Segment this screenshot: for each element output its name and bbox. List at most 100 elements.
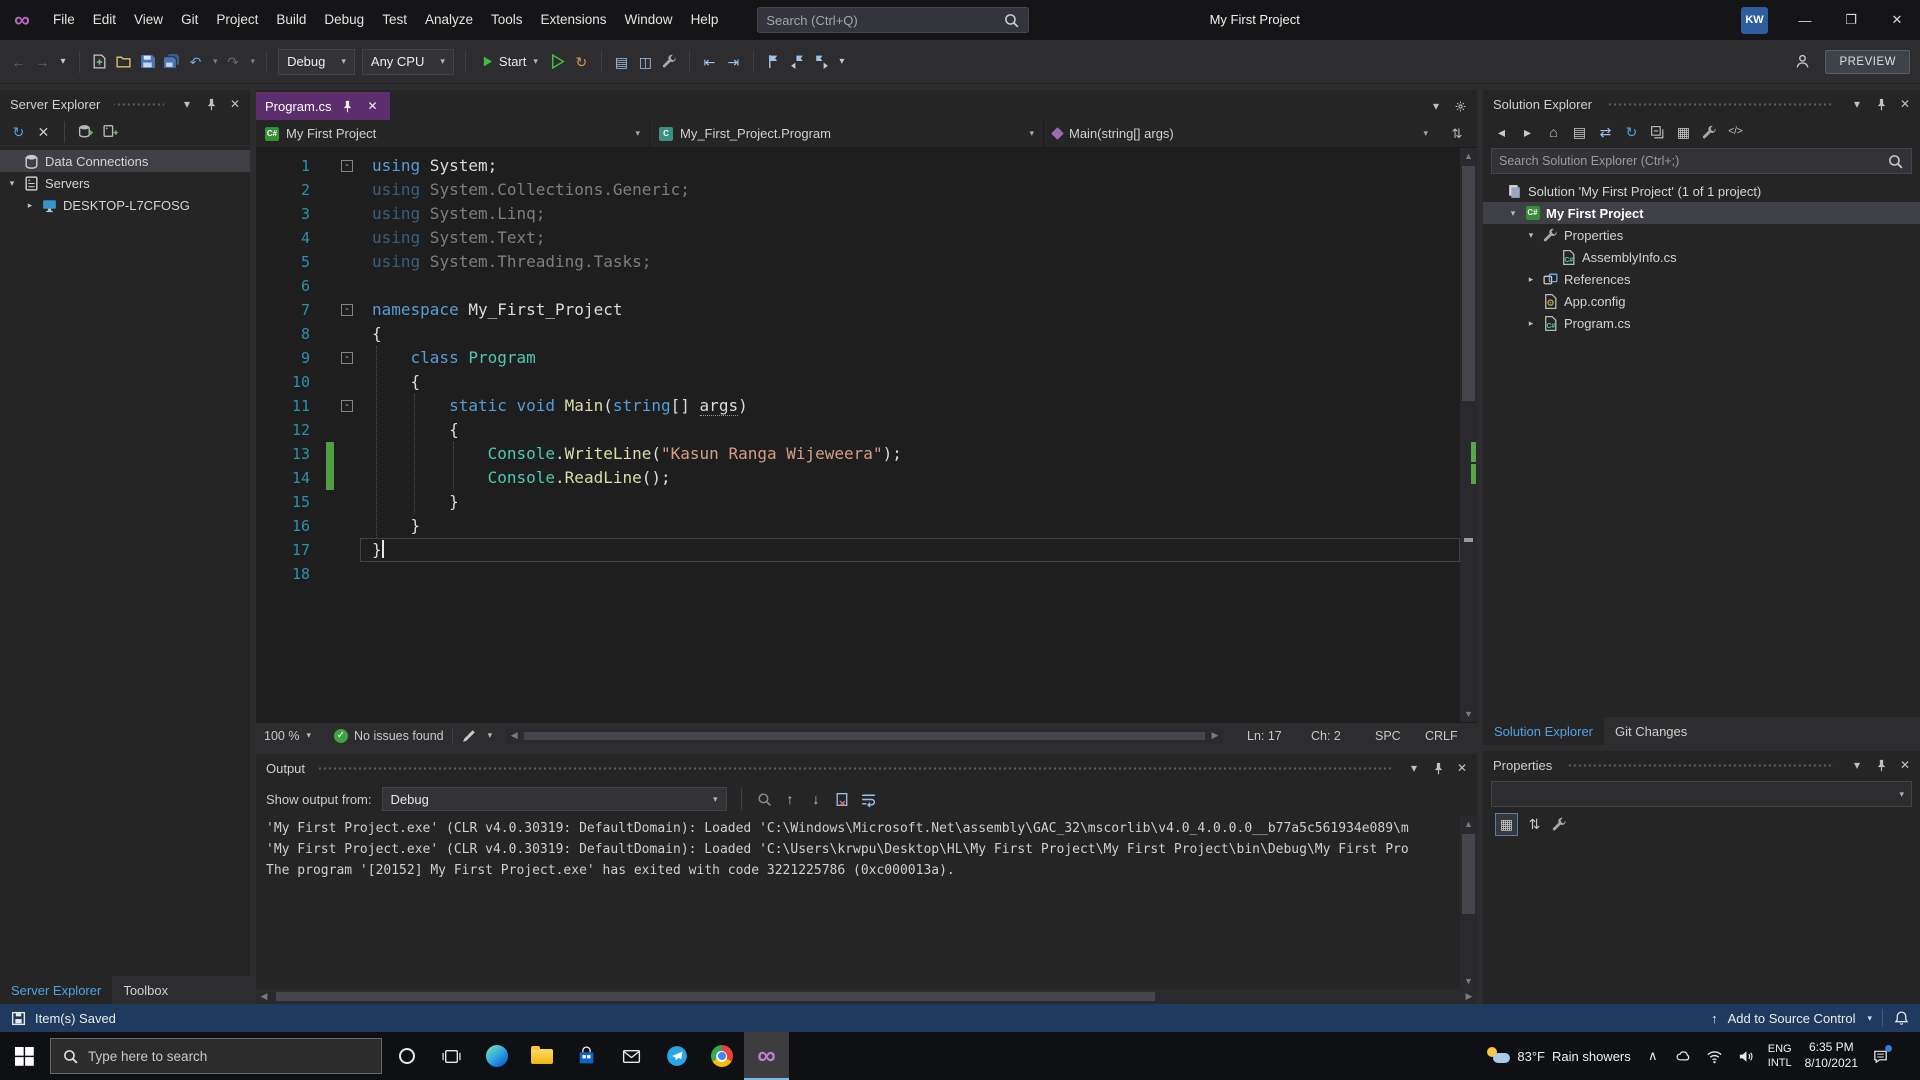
tab-git-changes[interactable]: Git Changes — [1604, 717, 1698, 745]
scroll-right-icon[interactable]: ▶ — [1461, 991, 1477, 1002]
visual-studio-taskbar-button[interactable]: ∞ — [744, 1032, 789, 1080]
breadcrumb-project[interactable]: C# My First Project ▾ — [256, 120, 650, 147]
previous-message-icon[interactable]: ↑ — [782, 791, 799, 808]
code-cleanup-icon[interactable] — [461, 727, 478, 744]
clock[interactable]: 6:35 PM 8/10/2021 — [1805, 1040, 1858, 1071]
code-line[interactable]: 5using System.Threading.Tasks; — [256, 250, 1460, 274]
bookmark-icon[interactable] — [765, 53, 782, 70]
tree-item-solution-my-first-project-1-of-1-project[interactable]: Solution 'My First Project' (1 of 1 proj… — [1483, 180, 1920, 202]
platform-dropdown[interactable]: Any CPU▾ — [362, 49, 454, 75]
menu-item-analyze[interactable]: Analyze — [416, 0, 482, 40]
editor-vertical-scrollbar[interactable]: ▲ ▼ — [1460, 148, 1477, 722]
forward-icon[interactable]: → — [34, 53, 51, 70]
se-back-icon[interactable]: ◂ — [1493, 124, 1510, 141]
tree-item-assemblyinfo-cs[interactable]: C#AssemblyInfo.cs — [1483, 246, 1920, 268]
fold-collapse-icon[interactable]: - — [341, 160, 353, 172]
zoom-control[interactable]: 100 % ▾ — [264, 729, 326, 743]
chevron-down-icon[interactable]: ▾ — [1848, 95, 1866, 113]
panel-grip[interactable] — [319, 766, 1391, 771]
chevron-down-icon[interactable]: ▾ — [1848, 756, 1866, 774]
line-indicator[interactable]: Ln: 17 — [1237, 729, 1301, 743]
save-all-icon[interactable] — [163, 53, 180, 70]
scroll-up-icon[interactable]: ▲ — [1460, 816, 1477, 832]
tab-toolbox[interactable]: Toolbox — [112, 976, 179, 1004]
code-line[interactable]: 9- class Program — [256, 346, 1460, 370]
connect-server-icon[interactable] — [102, 123, 119, 140]
pin-icon[interactable] — [1872, 756, 1890, 774]
editor-horizontal-scrollbar[interactable]: ◀ ▶ — [506, 729, 1223, 743]
properties-wrench-icon[interactable] — [1551, 816, 1568, 833]
mail-taskbar-button[interactable] — [609, 1032, 654, 1080]
taskbar-search-box[interactable]: Type here to search — [50, 1038, 382, 1074]
gear-icon[interactable] — [1451, 97, 1469, 115]
output-text[interactable]: 'My First Project.exe' (CLR v4.0.30319: … — [256, 816, 1460, 989]
scrollbar-thumb[interactable] — [276, 992, 1155, 1001]
weather-widget[interactable]: 83°F Rain showers — [1486, 1046, 1630, 1066]
next-message-icon[interactable]: ↓ — [808, 791, 825, 808]
se-refresh-icon[interactable]: ↻ — [1623, 124, 1640, 141]
chevron-down-icon[interactable]: ▾ — [1867, 1013, 1872, 1024]
preview-badge[interactable]: PREVIEW — [1825, 50, 1910, 74]
show-all-files-icon[interactable]: ▦ — [1675, 124, 1692, 141]
output-window-icon[interactable]: ▤ — [613, 53, 630, 70]
expander-icon[interactable]: ▸ — [1525, 274, 1537, 285]
panel-grip[interactable] — [114, 102, 164, 107]
connect-database-icon[interactable] — [77, 123, 94, 140]
tray-chevron-icon[interactable]: ∧ — [1644, 1047, 1662, 1065]
fold-collapse-icon[interactable]: - — [341, 400, 353, 412]
edge-taskbar-button[interactable] — [474, 1032, 519, 1080]
menu-item-build[interactable]: Build — [267, 0, 315, 40]
output-source-dropdown[interactable]: Debug ▾ — [382, 787, 727, 811]
tree-item-app-config[interactable]: App.config — [1483, 290, 1920, 312]
code-line[interactable]: 4using System.Text; — [256, 226, 1460, 250]
code-view-icon[interactable]: </> — [1727, 124, 1744, 141]
code-line[interactable]: 11- static void Main(string[] args) — [256, 394, 1460, 418]
configuration-dropdown[interactable]: Debug▾ — [278, 49, 355, 75]
panel-grip[interactable] — [1566, 763, 1834, 768]
volume-icon[interactable] — [1737, 1047, 1755, 1065]
menu-item-file[interactable]: File — [44, 0, 84, 40]
start-debugging-button[interactable]: Start▾ — [477, 54, 542, 69]
code-line[interactable]: 12 { — [256, 418, 1460, 442]
store-taskbar-button[interactable] — [564, 1032, 609, 1080]
properties-window-icon[interactable] — [661, 53, 678, 70]
refresh-icon[interactable]: ↻ — [10, 123, 27, 140]
code-line[interactable]: 15 } — [256, 490, 1460, 514]
fold-collapse-icon[interactable]: - — [341, 352, 353, 364]
menu-item-window[interactable]: Window — [616, 0, 682, 40]
alphabetical-icon[interactable]: ⇅ — [1526, 816, 1543, 833]
clear-all-icon[interactable] — [834, 791, 851, 808]
menu-item-debug[interactable]: Debug — [315, 0, 373, 40]
close-icon[interactable]: ✕ — [1896, 756, 1914, 774]
close-button[interactable]: ✕ — [1874, 0, 1920, 40]
pin-icon[interactable] — [202, 95, 220, 113]
active-files-dropdown-icon[interactable]: ▾ — [1427, 97, 1445, 115]
code-line[interactable]: 13 Console.WriteLine("Kasun Ranga Wijewe… — [256, 442, 1460, 466]
chevron-down-icon[interactable]: ▾ — [251, 56, 256, 67]
menu-item-extensions[interactable]: Extensions — [532, 0, 616, 40]
close-icon[interactable]: ✕ — [363, 97, 381, 115]
chevron-down-icon[interactable]: ▾ — [1405, 759, 1423, 777]
code-line[interactable]: 17} — [256, 538, 1460, 562]
tree-item-properties[interactable]: ▾Properties — [1483, 224, 1920, 246]
code-line[interactable]: 2using System.Collections.Generic; — [256, 178, 1460, 202]
code-line[interactable]: 3using System.Linq; — [256, 202, 1460, 226]
wifi-icon[interactable] — [1706, 1047, 1724, 1065]
scroll-right-icon[interactable]: ▶ — [1207, 730, 1223, 741]
expander-icon[interactable]: ▾ — [1525, 230, 1537, 241]
solution-explorer-icon[interactable]: ◫ — [637, 53, 654, 70]
breadcrumb-class[interactable]: C My_First_Project.Program ▾ — [650, 120, 1044, 147]
fold-collapse-icon[interactable]: - — [341, 304, 353, 316]
code-line[interactable]: 1-using System; — [256, 154, 1460, 178]
quick-search-box[interactable]: Search (Ctrl+Q) — [757, 7, 1029, 33]
maximize-button[interactable]: ❐ — [1828, 0, 1874, 40]
categorized-icon[interactable]: ▦ — [1498, 816, 1515, 833]
code-line[interactable]: 14 Console.ReadLine(); — [256, 466, 1460, 490]
indent-increase-icon[interactable]: ⇥ — [725, 53, 742, 70]
task-view-icon[interactable] — [429, 1032, 474, 1080]
spaces-indicator[interactable]: SPC — [1365, 729, 1415, 743]
search-icon[interactable] — [1003, 12, 1020, 29]
onedrive-icon[interactable] — [1675, 1047, 1693, 1065]
language-indicator[interactable]: ENG INTL — [1768, 1042, 1792, 1071]
tab-solution-explorer[interactable]: Solution Explorer — [1483, 717, 1604, 745]
